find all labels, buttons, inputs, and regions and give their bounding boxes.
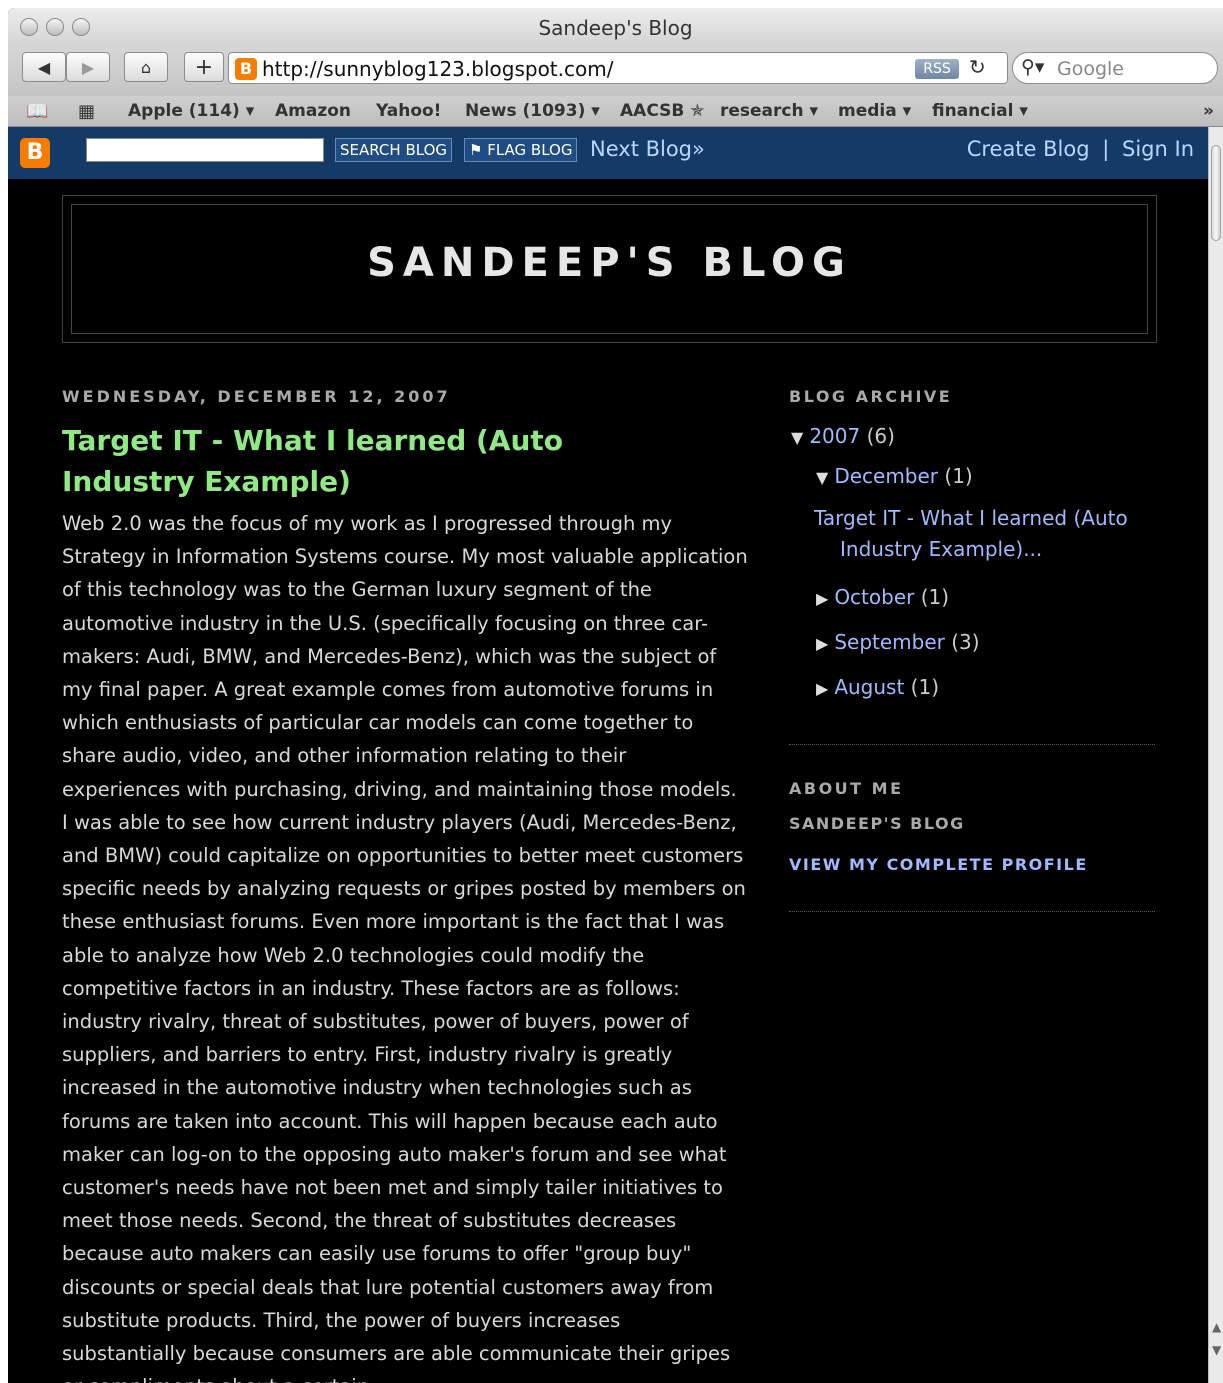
blogger-navbar: B SEARCH BLOG ⚑ FLAG BLOG Next Blog» Cre… (8, 127, 1208, 179)
archive-year-2007[interactable]: ▼ 2007 (6) (791, 424, 895, 448)
navbar-separator: | (1102, 137, 1110, 161)
blog-title[interactable]: SANDEEP'S BLOG (71, 240, 1148, 286)
forward-button[interactable]: ▶ (66, 52, 110, 82)
vertical-scrollbar[interactable]: ▲ ▼ (1208, 127, 1223, 1383)
bookmark-aacsb[interactable]: AACSB ✯ (620, 101, 704, 121)
bookmark-research[interactable]: research ▾ (720, 101, 818, 121)
about-me-name: SANDEEP'S BLOG (789, 814, 965, 833)
bookmark-yahoo[interactable]: Yahoo! (376, 101, 441, 121)
window-title: Sandeep's Blog (538, 16, 693, 40)
archive-month-count: (1) (920, 585, 950, 609)
sign-in-link[interactable]: Sign In (1122, 137, 1194, 161)
archive-month-december[interactable]: ▼ December (1) (816, 464, 973, 488)
address-bar[interactable]: B http://sunnyblog123.blogspot.com/ RSS … (228, 52, 1008, 84)
flag-blog-button[interactable]: ⚑ FLAG BLOG (464, 138, 578, 162)
add-bookmark-button[interactable]: + (184, 52, 224, 82)
browser-window: Sandeep's Blog ◀ ▶ ⌂ + B http://sunnyblo… (8, 8, 1223, 1383)
archive-month-october[interactable]: ▶ October (1) (816, 585, 949, 609)
search-placeholder: Google (1057, 58, 1125, 80)
blogger-logo-icon[interactable]: B (20, 138, 50, 168)
search-blog-button[interactable]: SEARCH BLOG (335, 138, 452, 162)
collapse-triangle-icon[interactable]: ▼ (816, 468, 828, 487)
archive-year-count: (6) (866, 424, 895, 448)
archive-month-count: (1) (910, 675, 940, 699)
title-bar: Sandeep's Blog (8, 8, 1223, 46)
post-date: WEDNESDAY, DECEMBER 12, 2007 (62, 387, 451, 406)
search-field[interactable]: ⚲▾ Google (1012, 52, 1218, 84)
bookmark-apple[interactable]: Apple (114) ▾ (128, 101, 254, 121)
post-title[interactable]: Target IT - What I learned (Auto Industr… (62, 420, 702, 502)
sidebar-divider (789, 911, 1155, 912)
archive-month-label[interactable]: October (834, 585, 914, 609)
bookmark-media[interactable]: media ▾ (838, 101, 911, 121)
archive-year-label[interactable]: 2007 (809, 424, 860, 448)
grid-icon[interactable]: ▦ (78, 101, 95, 122)
navbar-search-input[interactable] (86, 138, 324, 162)
back-arrow-icon: ◀ (37, 57, 51, 77)
flag-icon: ⚑ (469, 141, 488, 159)
bookmarks-overflow-icon[interactable]: » (1203, 101, 1214, 121)
reload-icon[interactable]: ↻ (969, 55, 986, 79)
expand-triangle-icon[interactable]: ▶ (816, 589, 828, 608)
archive-month-label[interactable]: September (834, 630, 945, 654)
view-profile-link[interactable]: VIEW MY COMPLETE PROFILE (789, 855, 1088, 874)
collapse-triangle-icon[interactable]: ▼ (791, 428, 803, 447)
forward-arrow-icon: ▶ (81, 57, 95, 77)
archive-post-link[interactable]: Target IT - What I learned (Auto Industr… (814, 503, 1140, 565)
search-icon: ⚲▾ (1021, 56, 1045, 78)
plus-icon: + (194, 54, 214, 80)
post-body: Web 2.0 was the focus of my work as I pr… (62, 512, 748, 1383)
bookmark-financial[interactable]: financial ▾ (932, 101, 1036, 121)
sidebar-divider (789, 744, 1155, 745)
expand-triangle-icon[interactable]: ▶ (816, 679, 828, 698)
back-button[interactable]: ◀ (22, 52, 66, 82)
archive-month-label[interactable]: August (834, 675, 904, 699)
scroll-down-icon[interactable]: ▼ (1212, 1343, 1221, 1357)
archive-month-august[interactable]: ▶ August (1) (816, 675, 939, 699)
create-blog-link[interactable]: Create Blog (967, 137, 1090, 161)
home-icon: ⌂ (140, 57, 152, 77)
about-me-heading: ABOUT ME (789, 779, 904, 798)
next-blog-link[interactable]: Next Blog» (590, 137, 705, 161)
archive-month-count: (1) (944, 464, 973, 488)
flag-blog-label: FLAG BLOG (487, 141, 573, 159)
navbar-right-links: Create Blog | Sign In (967, 137, 1194, 161)
home-button[interactable]: ⌂ (124, 52, 168, 82)
archive-month-count: (3) (951, 630, 980, 654)
expand-triangle-icon[interactable]: ▶ (816, 634, 828, 653)
blog-archive-heading: BLOG ARCHIVE (789, 387, 953, 406)
blogger-favicon-icon: B (235, 58, 257, 80)
archive-month-september[interactable]: ▶ September (3) (816, 630, 980, 654)
book-icon[interactable]: 📖 (26, 101, 48, 122)
scrollbar-thumb[interactable] (1211, 145, 1221, 241)
bookmark-news[interactable]: News (1093) ▾ (465, 101, 600, 121)
url-text[interactable]: http://sunnyblog123.blogspot.com/ (262, 57, 613, 81)
archive-month-label[interactable]: December (834, 464, 938, 488)
bookmark-amazon[interactable]: Amazon (275, 101, 351, 121)
rss-button[interactable]: RSS (915, 59, 959, 79)
bookmarks-bar: 📖 ▦ Apple (114) ▾ Amazon Yahoo! News (10… (8, 96, 1223, 127)
browser-toolbar: ◀ ▶ ⌂ + B http://sunnyblog123.blogspot.c… (8, 46, 1223, 96)
scroll-up-icon[interactable]: ▲ (1212, 1320, 1221, 1334)
